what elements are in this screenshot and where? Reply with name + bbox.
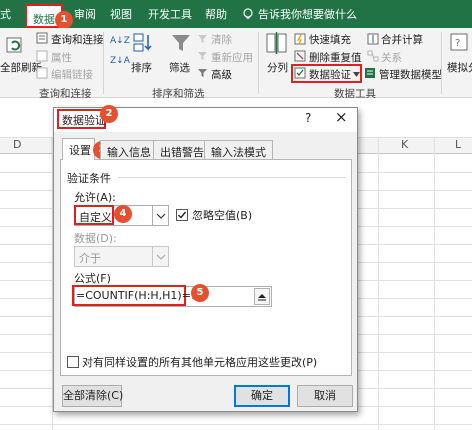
remove-duplicates-button[interactable]: 删除重复值 bbox=[309, 50, 362, 65]
data-value: 介于 bbox=[79, 252, 101, 265]
allow-value-highlight bbox=[74, 205, 114, 225]
step-badge-2: 2 bbox=[100, 105, 118, 123]
consolidate-button[interactable]: 合并计算 bbox=[381, 32, 423, 47]
data-validation-icon bbox=[294, 67, 306, 79]
sort-button[interactable]: 排序 bbox=[131, 60, 152, 75]
what-if-analysis-icon: ? bbox=[450, 33, 468, 51]
allow-label: 允许(A): bbox=[74, 191, 116, 204]
edit-links-button[interactable]: 编辑链接 bbox=[51, 67, 93, 82]
column-header-k[interactable]: K bbox=[401, 138, 408, 154]
relationships-button[interactable]: 关系 bbox=[381, 50, 402, 65]
step-badge-5: 5 bbox=[191, 284, 209, 302]
reapply-icon bbox=[198, 52, 207, 60]
step-badge-4: 4 bbox=[114, 205, 132, 223]
criteria-section-label: 验证条件 bbox=[67, 172, 111, 185]
ignore-blank-checkbox[interactable] bbox=[176, 209, 188, 221]
consolidate-icon bbox=[367, 33, 379, 45]
tab-error-alert[interactable]: 出错警告 bbox=[153, 140, 211, 159]
formula-label: 公式(F) bbox=[74, 272, 111, 285]
clear-all-button[interactable]: 全部清除(C) bbox=[62, 385, 123, 407]
ribbon-separator bbox=[441, 32, 442, 94]
queries-icon bbox=[36, 32, 48, 44]
clear-icon bbox=[198, 35, 207, 43]
grid-line bbox=[434, 138, 435, 430]
advanced-button[interactable]: 高级 bbox=[211, 67, 232, 82]
tab-settings[interactable]: 设置 bbox=[62, 138, 95, 160]
ok-button[interactable]: 确定 bbox=[234, 385, 290, 407]
tab-help[interactable]: 帮助 bbox=[205, 6, 227, 22]
svg-text:?: ? bbox=[455, 38, 460, 49]
what-if-analysis-button[interactable]: 模拟分 bbox=[447, 60, 472, 75]
grid-line bbox=[0, 424, 472, 425]
text-to-columns-button[interactable]: 分列 bbox=[267, 60, 288, 75]
tab-ime-mode[interactable]: 输入法模式 bbox=[204, 140, 273, 159]
filter-button[interactable]: 筛选 bbox=[169, 60, 190, 75]
flash-fill-button[interactable]: 快速填充 bbox=[309, 32, 351, 47]
remove-duplicates-icon bbox=[294, 50, 306, 62]
relationships-icon bbox=[367, 50, 379, 62]
help-button[interactable]: ? bbox=[305, 111, 311, 125]
data-model-icon bbox=[365, 68, 375, 78]
apply-all-checkbox[interactable] bbox=[67, 356, 79, 368]
queries-connections-button[interactable]: 查询和连接 bbox=[51, 32, 104, 47]
filter-icon bbox=[172, 35, 190, 51]
chevron-down-icon bbox=[156, 213, 166, 219]
collapse-dialog-button[interactable] bbox=[254, 288, 270, 305]
step-badge-1: 1 bbox=[55, 11, 73, 29]
grid-line bbox=[378, 138, 379, 430]
tell-me-search[interactable]: 告诉我你想要做什么 bbox=[242, 6, 357, 22]
data-dropdown[interactable]: 介于 bbox=[74, 246, 169, 267]
chevron-down-icon bbox=[353, 72, 360, 77]
data-validation-button[interactable]: 数据验证 bbox=[309, 67, 351, 82]
cancel-button[interactable]: 取消 bbox=[297, 385, 353, 407]
column-header-l[interactable]: L bbox=[455, 138, 461, 154]
chevron-down-icon bbox=[156, 254, 166, 260]
flash-fill-icon bbox=[294, 33, 306, 45]
manage-data-model-button[interactable]: 管理数据模型 bbox=[379, 67, 442, 82]
sort-az-button[interactable]: A↓Z bbox=[110, 36, 130, 46]
clear-button[interactable]: 清除 bbox=[211, 32, 232, 47]
refresh-all-icon bbox=[6, 37, 22, 53]
ribbon-separator bbox=[258, 32, 259, 94]
sort-icon bbox=[133, 33, 152, 52]
formula-value: =COUNTIF(H:H,H1)=1 bbox=[76, 289, 198, 302]
sort-za-button[interactable]: Z↓A bbox=[110, 56, 130, 66]
section-divider bbox=[118, 177, 346, 178]
lightbulb-icon bbox=[243, 8, 253, 19]
apply-all-label: 对有同样设置的所有其他单元格应用这些更改(P) bbox=[82, 356, 318, 369]
close-button[interactable]: × bbox=[335, 108, 348, 126]
properties-icon bbox=[36, 50, 48, 62]
tab-review[interactable]: 审阅 bbox=[74, 6, 96, 22]
data-label: 数据(D): bbox=[74, 232, 117, 245]
advanced-filter-icon bbox=[198, 69, 207, 77]
tab-view[interactable]: 视图 bbox=[110, 6, 132, 22]
dropdown-arrow[interactable] bbox=[152, 206, 168, 225]
ignore-blank-label: 忽略空值(B) bbox=[192, 209, 253, 222]
reapply-button[interactable]: 重新应用 bbox=[211, 50, 253, 65]
dropdown-arrow[interactable] bbox=[152, 247, 168, 266]
tab-developer[interactable]: 开发工具 bbox=[148, 6, 192, 22]
collapse-arrow-icon bbox=[258, 294, 266, 301]
text-to-columns-icon bbox=[266, 32, 287, 54]
edit-links-icon bbox=[36, 67, 48, 79]
column-header-d[interactable]: D bbox=[13, 138, 21, 154]
properties-button[interactable]: 属性 bbox=[51, 50, 72, 65]
checkmark-icon bbox=[178, 211, 187, 219]
ribbon-separator bbox=[103, 32, 104, 94]
tell-me-label: 告诉我你想要做什么 bbox=[258, 8, 357, 21]
tab-formulas-partial[interactable]: 式 bbox=[0, 6, 11, 22]
tab-input-message[interactable]: 输入信息 bbox=[100, 140, 158, 159]
